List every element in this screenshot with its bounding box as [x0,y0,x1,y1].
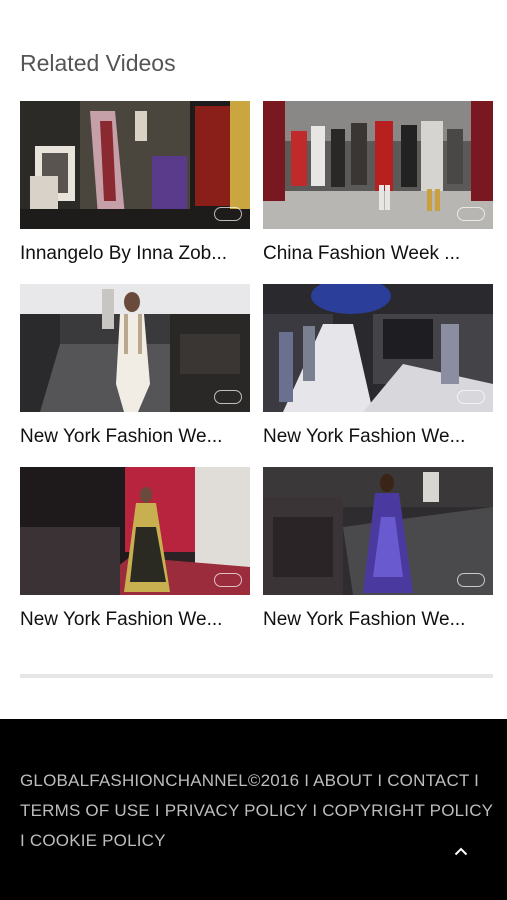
video-title[interactable]: New York Fashion We... [263,609,493,631]
divider [20,674,493,678]
watermark-logo [457,207,485,221]
privacy-policy-link[interactable]: PRIVACY POLICY [165,801,308,820]
video-card[interactable]: New York Fashion We... [20,467,250,631]
video-thumbnail[interactable] [20,101,250,229]
chevron-up-icon [454,847,468,855]
section-title: Related Videos [20,50,176,76]
terms-link[interactable]: TERMS OF USE [20,801,150,820]
scroll-top-button[interactable] [448,841,474,861]
video-card[interactable]: New York Fashion We... [263,284,493,448]
video-thumbnail[interactable] [263,467,493,595]
video-title[interactable]: New York Fashion We... [20,426,250,448]
cookie-policy-link[interactable]: COOKIE POLICY [30,831,166,850]
video-title[interactable]: New York Fashion We... [263,426,493,448]
video-thumbnail[interactable] [263,284,493,412]
watermark-logo [214,207,242,221]
separator: I [154,801,160,820]
watermark-logo [457,390,485,404]
video-title[interactable]: Innangelo By Inna Zob... [20,243,250,265]
video-thumbnail[interactable] [263,101,493,229]
contact-link[interactable]: CONTACT [387,771,469,790]
separator: I [474,771,480,790]
footer-links: GLOBALFASHIONCHANNEL©2016 I ABOUT I CONT… [20,766,495,856]
separator: I [20,831,25,850]
video-card[interactable]: China Fashion Week ... [263,101,493,265]
copyright-policy-link[interactable]: COPYRIGHT POLICY [322,801,493,820]
footer: GLOBALFASHIONCHANNEL©2016 I ABOUT I CONT… [0,719,507,900]
about-link[interactable]: ABOUT [313,771,372,790]
video-card[interactable]: New York Fashion We... [20,284,250,448]
separator: I [312,801,318,820]
copyright-text: GLOBALFASHIONCHANNEL©2016 [20,771,300,790]
watermark-logo [214,573,242,587]
video-thumbnail[interactable] [20,467,250,595]
video-title[interactable]: New York Fashion We... [20,609,250,631]
watermark-logo [457,573,485,587]
video-card[interactable]: Innangelo By Inna Zob... [20,101,250,265]
separator: I [377,771,383,790]
watermark-logo [214,390,242,404]
separator: I [304,771,310,790]
video-thumbnail[interactable] [20,284,250,412]
video-title[interactable]: China Fashion Week ... [263,243,493,265]
video-card[interactable]: New York Fashion We... [263,467,493,631]
